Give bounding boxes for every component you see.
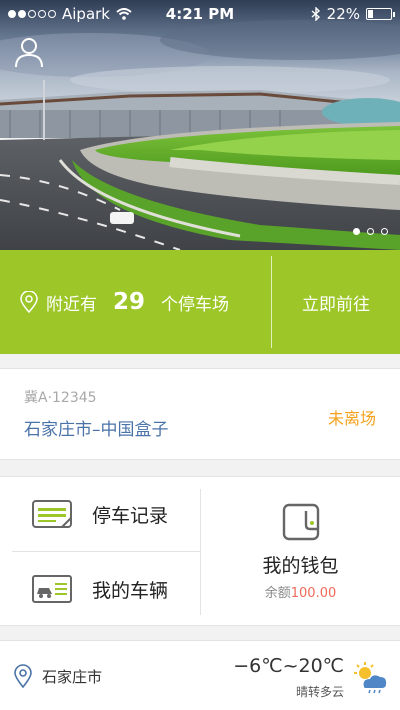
weather-bar: 石家庄市 −6℃~20℃ 晴转多云 bbox=[0, 640, 400, 710]
carrier-name: Aipark bbox=[62, 5, 110, 23]
carousel-dot[interactable] bbox=[353, 228, 360, 235]
location-pin-icon bbox=[14, 664, 32, 688]
nearby-prefix: 附近有 bbox=[46, 294, 97, 315]
wifi-icon bbox=[116, 8, 132, 20]
current-parking-card[interactable]: 冀A·12345 石家庄市–中国盒子 未离场 bbox=[0, 368, 400, 460]
go-now-button[interactable]: 立即前往 bbox=[272, 250, 400, 354]
vehicle-card-icon bbox=[32, 575, 72, 603]
parking-location: 石家庄市–中国盒子 bbox=[24, 420, 169, 440]
parking-record-icon bbox=[32, 500, 72, 528]
my-wallet-button[interactable]: 我的钱包 余额100.00 bbox=[201, 477, 400, 627]
weather-condition: 晴转多云 bbox=[295, 685, 344, 699]
license-plate: 冀A·12345 bbox=[24, 390, 97, 406]
carousel-dot[interactable] bbox=[381, 228, 388, 235]
temperature-range: −6℃~20℃ bbox=[233, 655, 344, 677]
parking-records-label: 停车记录 bbox=[92, 504, 169, 527]
airport-photo bbox=[0, 0, 400, 250]
carousel-dot[interactable] bbox=[367, 228, 374, 235]
signal-strength-icon bbox=[8, 10, 56, 18]
location-pin-icon bbox=[20, 291, 38, 313]
user-icon[interactable] bbox=[14, 36, 44, 68]
my-vehicles-label: 我的车辆 bbox=[92, 579, 169, 602]
parking-status-badge: 未离场 bbox=[327, 409, 376, 428]
wallet-balance: 余额100.00 bbox=[265, 582, 337, 601]
my-wallet-label: 我的钱包 bbox=[262, 555, 339, 577]
balance-amount: 100.00 bbox=[290, 586, 337, 601]
feature-menu: 停车记录 我的车辆 我的钱包 余额100.00 bbox=[0, 476, 400, 626]
balance-prefix: 余额 bbox=[264, 586, 291, 601]
parking-records-button[interactable]: 停车记录 bbox=[12, 477, 200, 551]
battery-icon bbox=[366, 8, 395, 20]
nearby-parking-bar: 附近有 29 个停车场 立即前往 bbox=[0, 250, 400, 354]
nearby-summary[interactable]: 附近有 29 个停车场 bbox=[20, 250, 229, 354]
carousel-indicator[interactable] bbox=[353, 228, 388, 235]
nearby-count: 29 bbox=[113, 289, 146, 315]
partly-cloudy-icon bbox=[354, 662, 387, 694]
city-selector[interactable]: 石家庄市 bbox=[14, 641, 102, 710]
status-bar: Aipark 4:21 PM 22% bbox=[0, 0, 400, 28]
nearby-suffix: 个停车场 bbox=[161, 294, 230, 315]
bluetooth-icon bbox=[311, 7, 320, 21]
wallet-icon bbox=[282, 503, 319, 541]
my-vehicles-button[interactable]: 我的车辆 bbox=[12, 552, 200, 626]
city-name: 石家庄市 bbox=[42, 667, 103, 686]
battery-percent: 22% bbox=[326, 5, 360, 23]
hero-banner[interactable]: Aipark 4:21 PM 22% bbox=[0, 0, 400, 250]
